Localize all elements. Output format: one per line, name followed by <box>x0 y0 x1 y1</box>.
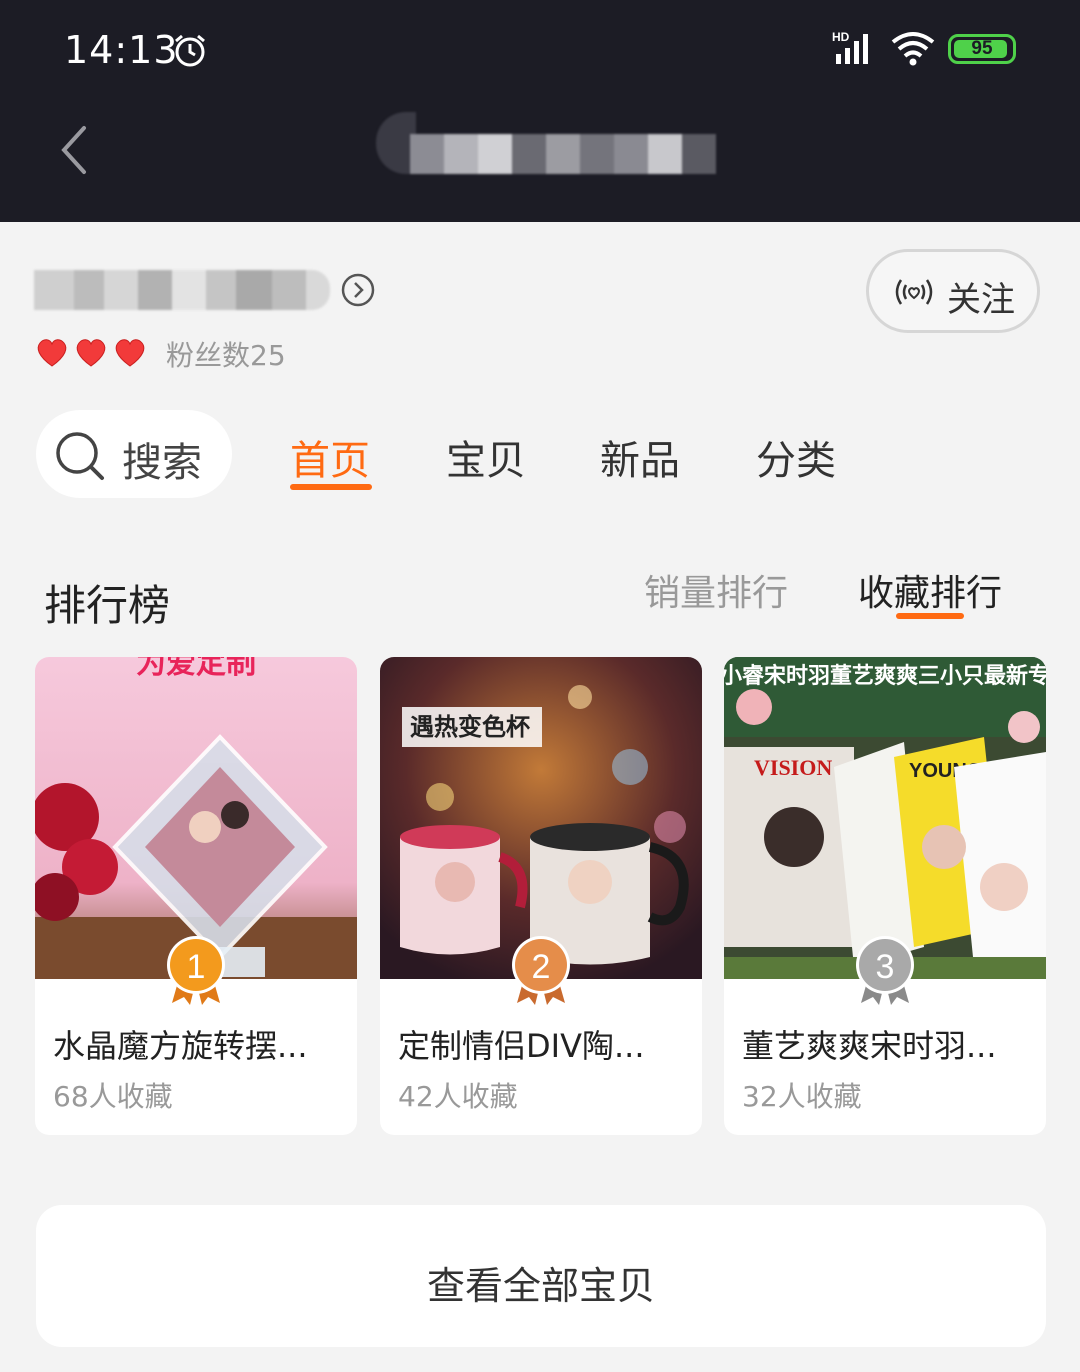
ranking-title: 排行榜 <box>44 581 171 630</box>
rank-medal-2: 2 <box>512 936 570 1005</box>
fans-count: 粉丝数25 <box>166 339 286 372</box>
rank-medal-1: 1 <box>167 936 225 1005</box>
tab-category[interactable]: 分类 <box>756 428 836 486</box>
tab-products[interactable]: 宝贝 <box>446 428 526 486</box>
rank-number: 2 <box>532 948 551 986</box>
sort-active-indicator <box>896 613 964 619</box>
product-favorites: 42人收藏 <box>398 1080 518 1113</box>
wifi-icon <box>891 32 935 66</box>
product-image-album: 宋小睿宋时羽董艺爽爽三小只最新专辑 VISION YOUNG <box>724 657 1046 979</box>
product-title: 董艺爽爽宋时羽... <box>742 1027 997 1065</box>
heart-rating-icon <box>37 339 145 367</box>
rank-number: 3 <box>876 948 895 986</box>
top-header: 14:13 HD 95 <box>0 0 1080 222</box>
tab-new[interactable]: 新品 <box>600 428 680 486</box>
product-card-1[interactable]: 为爱定制 水晶魔方旋转摆... 68人收藏 <box>35 657 357 1135</box>
status-time: 14:13 <box>64 28 179 72</box>
battery-indicator: 95 <box>948 34 1016 64</box>
follow-label: 关注 <box>947 280 1015 320</box>
tab-active-indicator <box>290 484 372 490</box>
sort-by-favorites[interactable]: 收藏排行 <box>858 564 1002 616</box>
search-icon <box>56 432 104 480</box>
svg-text:VISION: VISION <box>754 755 832 780</box>
signal-icon: HD <box>832 30 868 64</box>
store-detail-arrow-icon[interactable] <box>340 272 376 308</box>
view-all-label: 查看全部宝贝 <box>426 1264 655 1308</box>
search-button[interactable]: 搜索 <box>36 410 232 498</box>
store-title-blurred <box>376 104 716 184</box>
view-all-products-button[interactable]: 查看全部宝贝 <box>36 1205 1046 1347</box>
back-button[interactable] <box>50 118 106 182</box>
broadcast-heart-icon <box>895 279 933 305</box>
rank-number: 1 <box>187 948 206 986</box>
product-title: 定制情侣DIV陶... <box>398 1027 645 1065</box>
signal-label: HD <box>832 30 850 44</box>
tab-home[interactable]: 首页 <box>290 428 370 486</box>
product-image-crystal-cube: 为爱定制 <box>35 657 357 979</box>
product-image-caption: 宋小睿宋时羽董艺爽爽三小只最新专辑 <box>724 663 1046 689</box>
follow-button[interactable]: 关注 <box>866 249 1040 333</box>
sort-by-sales[interactable]: 销量排行 <box>644 564 788 616</box>
product-title: 水晶魔方旋转摆... <box>53 1027 308 1065</box>
battery-level: 95 <box>971 38 993 59</box>
product-card-3[interactable]: 宋小睿宋时羽董艺爽爽三小只最新专辑 VISION YOUNG 董艺爽爽宋时羽..… <box>724 657 1046 1135</box>
store-name-blurred <box>34 270 330 310</box>
alarm-icon <box>175 34 205 67</box>
rank-medal-3: 3 <box>856 936 914 1005</box>
product-image-caption: 为爱定制 <box>136 657 256 681</box>
search-label: 搜索 <box>122 440 202 486</box>
product-favorites: 68人收藏 <box>53 1080 173 1113</box>
product-card-2[interactable]: 遇热变色杯 定制情侣DIV陶... 42人收藏 <box>380 657 702 1135</box>
product-image-caption: 遇热变色杯 <box>410 713 530 741</box>
product-image-color-mug: 遇热变色杯 <box>380 657 702 979</box>
product-favorites: 32人收藏 <box>742 1080 862 1113</box>
